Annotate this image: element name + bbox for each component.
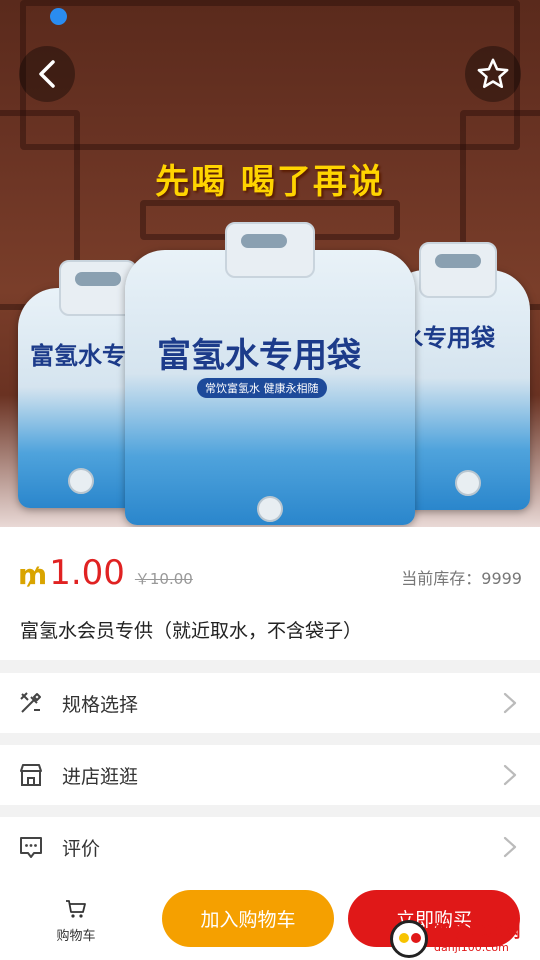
currency-icon: ₥ — [18, 558, 48, 591]
watermark-logo-icon — [390, 920, 428, 958]
spec-select-label: 规格选择 — [62, 693, 139, 716]
chevron-right-icon — [503, 764, 517, 786]
add-to-cart-button[interactable]: 加入购物车 — [162, 890, 334, 947]
favorite-button[interactable] — [465, 46, 521, 102]
product-info-card: ₥ 1.00 ￥10.00 当前库存：9999 富氢水会员专供（就近取水，不含袋… — [0, 527, 540, 660]
cart-label: 购物车 — [56, 929, 96, 944]
stock-count: 当前库存：9999 — [401, 569, 522, 588]
watermark-title: 单机100网 — [434, 922, 521, 943]
cart-tab[interactable]: 购物车 — [48, 899, 104, 944]
current-price: 1.00 — [49, 553, 125, 593]
chevron-right-icon — [503, 692, 517, 714]
chevron-left-icon — [39, 60, 55, 88]
bag-tap — [455, 470, 481, 496]
price-row: ₥ 1.00 ￥10.00 — [18, 553, 193, 593]
bag-label: 富氢水专 — [30, 342, 126, 370]
bag-handle — [418, 242, 497, 298]
product-image[interactable]: 先喝 喝了再说 富氢水专 水专用袋 富氢水专用袋 常饮富氢水 健康永相随 — [0, 0, 540, 527]
visit-store-label: 进店逛逛 — [62, 765, 139, 788]
bag-slogan: 常饮富氢水 健康永相随 — [197, 378, 327, 398]
spec-select-row[interactable]: 规格选择 — [0, 673, 540, 733]
spec-icon — [20, 692, 41, 713]
water-bag-center: 富氢水专用袋 常饮富氢水 健康永相随 — [125, 222, 415, 525]
reviews-label: 评价 — [62, 837, 101, 860]
cart-icon — [66, 900, 86, 918]
comment-icon — [20, 837, 42, 858]
product-title: 富氢水会员专供（就近取水，不含袋子） — [20, 620, 363, 642]
watermark-url: danji100.com — [434, 941, 509, 955]
download-status-icon — [50, 8, 67, 25]
original-price: ￥10.00 — [134, 570, 193, 588]
bag-tap — [257, 496, 283, 522]
carved-panel — [20, 0, 520, 150]
hero-caption: 先喝 喝了再说 — [155, 162, 385, 202]
chevron-right-icon — [503, 836, 517, 858]
bag-tap — [68, 468, 94, 494]
site-watermark: 单机100网 danji100.com — [390, 918, 540, 960]
visit-store-row[interactable]: 进店逛逛 — [0, 745, 540, 805]
bag-handle — [225, 222, 315, 278]
star-icon — [477, 58, 509, 89]
bag-label: 富氢水专用袋 — [157, 336, 361, 376]
store-icon — [20, 764, 42, 786]
reviews-row[interactable]: 评价 — [0, 817, 540, 877]
back-button[interactable] — [19, 46, 75, 102]
